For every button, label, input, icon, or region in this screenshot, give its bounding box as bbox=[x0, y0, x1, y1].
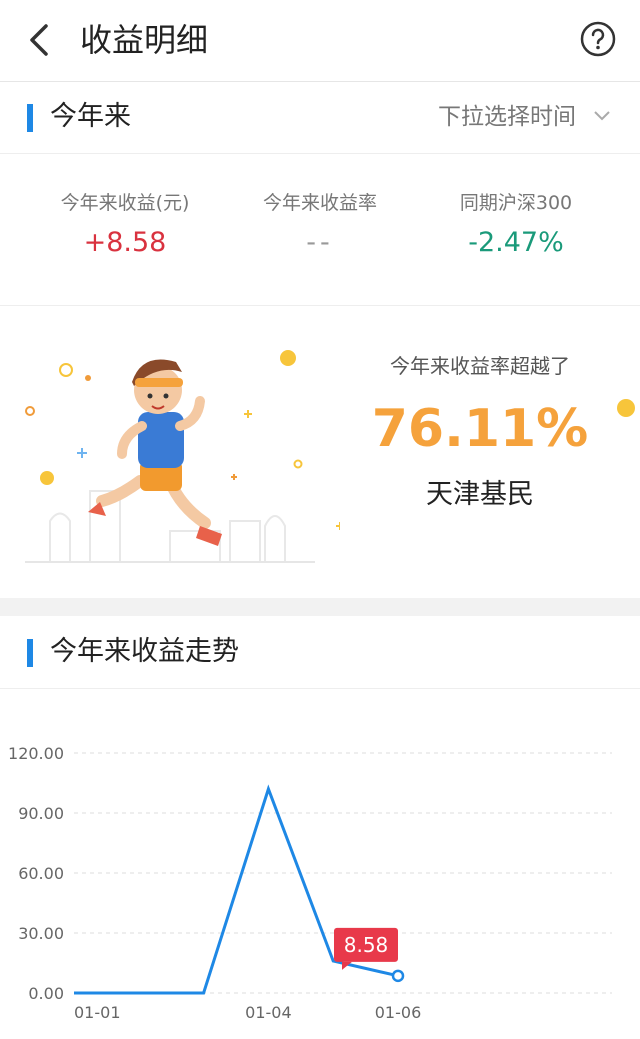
stat-label: 今年来收益率 bbox=[262, 192, 377, 214]
stats-row: 今年来收益(元) +8.58 今年来收益率 -- 同期沪深300 -2.47% bbox=[0, 153, 640, 306]
coin-icon bbox=[617, 399, 635, 417]
page-title: 收益明细 bbox=[80, 21, 209, 59]
beat-group: 天津基民 bbox=[426, 479, 534, 510]
help-icon[interactable] bbox=[580, 21, 616, 57]
rank-banner: 今年来收益率超越了 76.11% 天津基民 bbox=[0, 306, 640, 598]
profit-trend-chart: 120.00 90.00 60.00 30.00 0.00 01-01 01-04 01-06… bbox=[8, 744, 612, 1022]
data-point bbox=[391, 969, 405, 983]
stat-label: 同期沪深300 bbox=[459, 192, 573, 214]
section-trend-title: 今年来收益走势 bbox=[50, 636, 239, 667]
chevron-down-icon[interactable] bbox=[592, 109, 612, 123]
beat-label: 今年来收益率超越了 bbox=[390, 354, 570, 378]
y-tick-label: 30.00 bbox=[18, 924, 64, 943]
beat-percentage: 76.11% bbox=[371, 399, 589, 459]
section-marker bbox=[27, 639, 33, 667]
stat-label: 今年来收益(元) bbox=[60, 192, 190, 214]
y-tick-label: 120.00 bbox=[8, 744, 64, 763]
y-tick-label: 60.00 bbox=[18, 864, 64, 883]
stat-value: -2.47% bbox=[468, 227, 564, 258]
back-arrow-icon[interactable] bbox=[24, 20, 60, 60]
section-trend-header: 今年来收益走势 bbox=[0, 618, 640, 689]
time-select-dropdown[interactable]: 下拉选择时间 bbox=[438, 99, 576, 135]
x-tick-label: 01-04 bbox=[245, 1003, 292, 1022]
top-bar: 收益明细 bbox=[0, 0, 640, 82]
stat-value: -- bbox=[306, 227, 334, 258]
stat-hs300: 同期沪深300 -2.47% bbox=[416, 189, 616, 263]
y-tick-label: 90.00 bbox=[18, 804, 64, 823]
y-tick-label: 0.00 bbox=[28, 984, 64, 1003]
section-divider bbox=[0, 598, 640, 616]
tooltip-label: 8.58 bbox=[344, 933, 389, 957]
section-marker bbox=[27, 104, 33, 132]
x-tick-label: 01-01 bbox=[74, 1003, 121, 1022]
section-year-title: 今年来 bbox=[50, 101, 131, 132]
section-year-header: 今年来 下拉选择时间 bbox=[0, 83, 640, 154]
stat-value: +8.58 bbox=[83, 227, 167, 258]
x-tick-label: 01-06 bbox=[375, 1003, 422, 1022]
stat-ytd-profit: 今年来收益(元) +8.58 bbox=[25, 189, 225, 263]
runner-illustration bbox=[25, 350, 340, 563]
stat-ytd-rate: 今年来收益率 -- bbox=[220, 189, 420, 263]
